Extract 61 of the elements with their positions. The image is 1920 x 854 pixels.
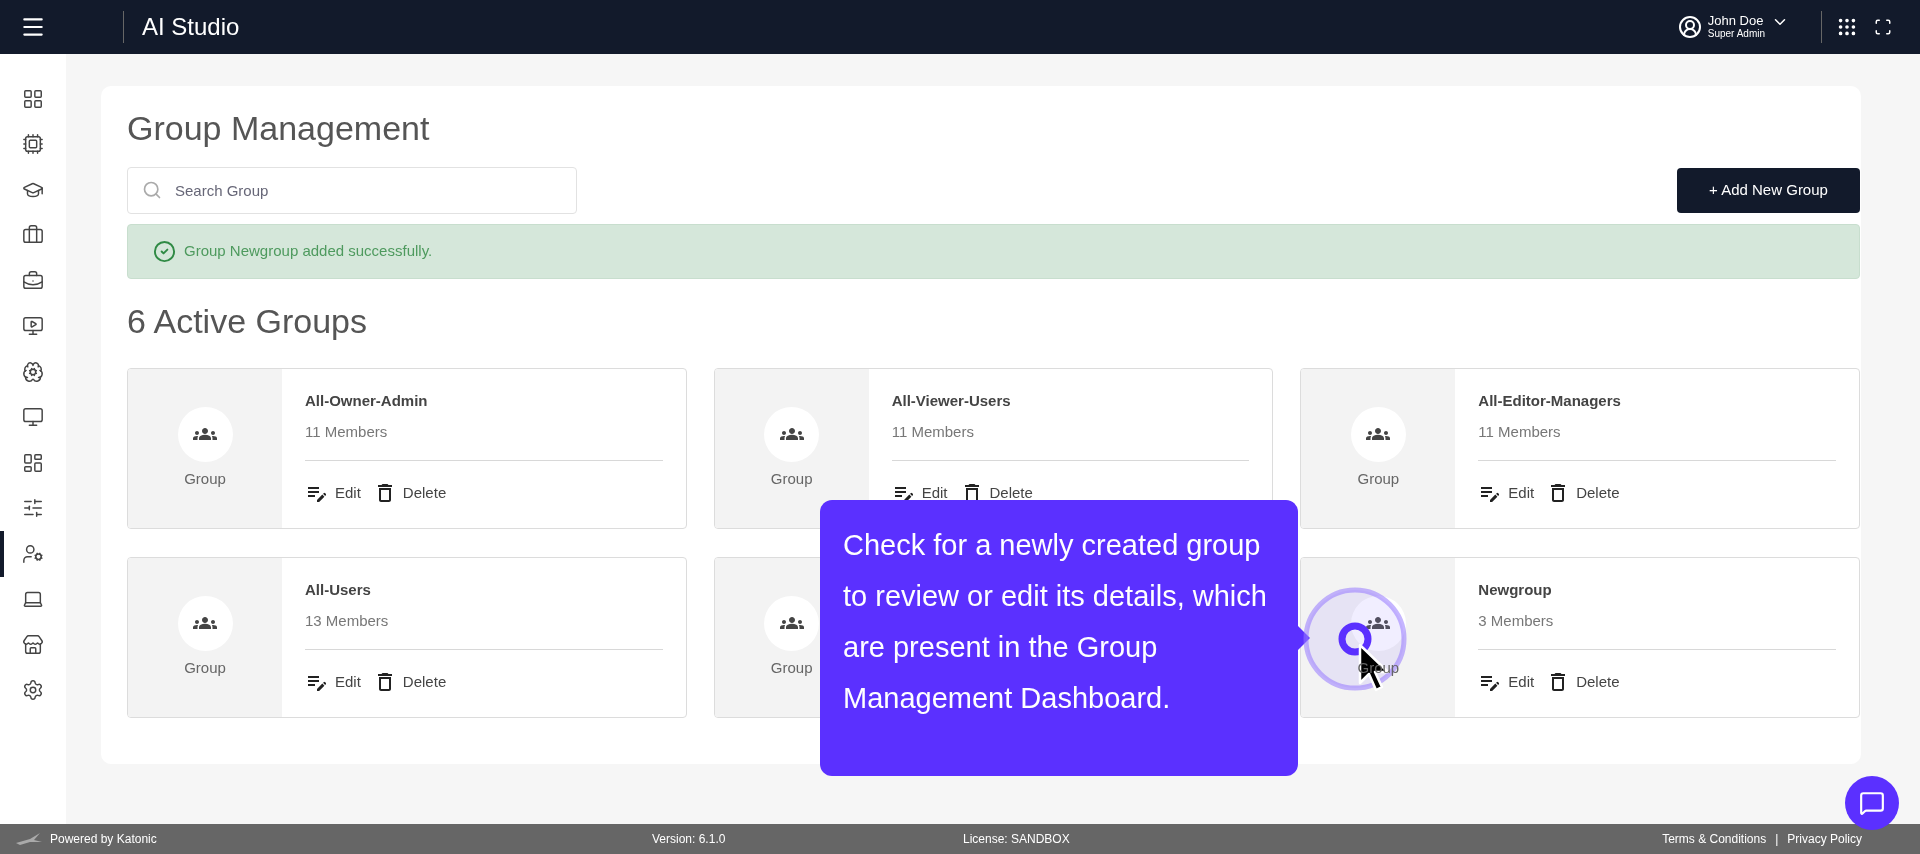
group-image-label: Group bbox=[1357, 468, 1400, 489]
version-label: Version: 6.1.0 bbox=[652, 831, 726, 848]
apps-grid-icon bbox=[1836, 16, 1858, 38]
group-name: Newgroup bbox=[1478, 580, 1553, 600]
delete-button[interactable]: Delete bbox=[1546, 481, 1620, 505]
delete-button[interactable]: Delete bbox=[372, 481, 447, 505]
user-role: Super Admin bbox=[1707, 27, 1765, 40]
search-field[interactable]: Search Group bbox=[127, 167, 577, 214]
settings-icon bbox=[22, 679, 44, 702]
group-name: All-Editor-Managers bbox=[1478, 391, 1622, 411]
store-icon bbox=[22, 633, 44, 656]
privacy-link[interactable]: Privacy Policy bbox=[1787, 830, 1862, 848]
group-image-label: Group bbox=[184, 468, 226, 489]
fullscreen-icon bbox=[1874, 18, 1892, 36]
group-name: All-Viewer-Users bbox=[891, 391, 1012, 411]
chip-icon bbox=[22, 133, 44, 156]
brain-gear-icon bbox=[22, 360, 44, 383]
app-title: AI Studio bbox=[142, 12, 240, 42]
page-title: Group Management bbox=[127, 108, 431, 148]
group-name: All-Users bbox=[305, 580, 372, 600]
monitor-icon bbox=[22, 406, 44, 429]
member-count: 13 Members bbox=[305, 611, 390, 631]
edit-button[interactable]: Edit bbox=[891, 481, 948, 505]
edit-button[interactable]: Edit bbox=[1478, 481, 1535, 505]
user-menu[interactable]: John Doe Super Admin bbox=[1677, 14, 1789, 40]
group-icon bbox=[1350, 595, 1406, 651]
sliders-icon bbox=[22, 497, 44, 520]
tooltip-text: Check for a newly created group to review or edit its details, which are present in the Group Management Dashboard. bbox=[843, 528, 1268, 716]
chat-button[interactable] bbox=[1845, 776, 1899, 830]
user-gear-icon bbox=[22, 542, 44, 565]
delete-button[interactable]: Delete bbox=[372, 670, 447, 694]
link-separator: | bbox=[1775, 831, 1779, 848]
chat-icon bbox=[1859, 790, 1885, 816]
check-circle-icon bbox=[153, 240, 176, 263]
member-count: 3 Members bbox=[1478, 611, 1555, 631]
member-count: 11 Members bbox=[305, 422, 389, 442]
dashboard-icon bbox=[22, 451, 44, 474]
click-highlight-icon bbox=[1303, 587, 1407, 691]
group-image-label: Group bbox=[184, 657, 226, 678]
delete-button[interactable]: Delete bbox=[1546, 670, 1620, 694]
add-group-button[interactable]: + Add New Group bbox=[1677, 168, 1860, 213]
fullscreen-button[interactable] bbox=[1874, 18, 1892, 36]
user-name: John Doe bbox=[1707, 14, 1764, 27]
edit-button[interactable]: Edit bbox=[1478, 670, 1535, 694]
alert-message: Group Newgroup added successfully. bbox=[184, 241, 433, 262]
avatar-icon bbox=[1677, 15, 1702, 39]
edit-button[interactable]: Edit bbox=[305, 670, 361, 694]
powered-by: Powered by Katonic bbox=[50, 831, 157, 848]
member-count: 11 Members bbox=[891, 422, 975, 442]
group-image-label: Group bbox=[1357, 657, 1400, 678]
group-name: All-Owner-Admin bbox=[305, 391, 429, 411]
license-label: License: SANDBOX bbox=[963, 831, 1070, 848]
groups-heading: 6 Active Groups bbox=[127, 301, 368, 341]
grid-icon bbox=[22, 87, 44, 110]
search-icon bbox=[142, 180, 162, 200]
group-image-label: Group bbox=[770, 468, 813, 489]
terms-link[interactable]: Terms & Conditions bbox=[1662, 830, 1767, 848]
member-count: 11 Members bbox=[1478, 422, 1562, 442]
apps-button[interactable] bbox=[1836, 16, 1858, 38]
group-image-label: Group bbox=[770, 657, 813, 678]
edit-button[interactable]: Edit bbox=[305, 481, 361, 505]
